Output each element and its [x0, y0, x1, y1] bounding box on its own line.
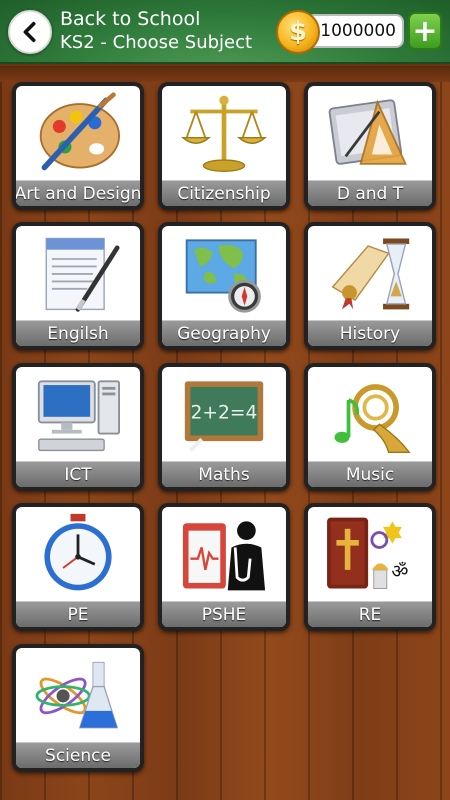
chevron-left-icon — [23, 21, 36, 43]
palette-icon — [16, 86, 140, 180]
subject-label: ICT — [16, 461, 140, 487]
svg-text:ॐ: ॐ — [391, 561, 408, 582]
header-bar: Back to School KS2 - Choose Subject 1000… — [0, 0, 450, 64]
subject-tile-re[interactable]: ॐ RE — [304, 503, 436, 631]
subject-tile-pe[interactable]: PE — [12, 503, 144, 631]
add-coins-button[interactable]: + — [408, 12, 442, 50]
computer-icon — [16, 367, 140, 461]
subject-tile-music[interactable]: Music — [304, 363, 436, 491]
subject-tile-science[interactable]: Science — [12, 644, 144, 772]
scroll-hourglass-icon — [308, 226, 432, 320]
religion-icon: ॐ — [308, 507, 432, 601]
subject-tile-art-and-design[interactable]: Art and Design — [12, 82, 144, 210]
subject-tile-english[interactable]: Engilsh — [12, 222, 144, 350]
subject-tile-geography[interactable]: Geography — [158, 222, 290, 350]
subject-label: Music — [308, 461, 432, 487]
coin-counter: 1000000 — [306, 14, 404, 48]
atom-flask-icon — [16, 648, 140, 742]
subject-tile-ict[interactable]: ICT — [12, 363, 144, 491]
subject-tile-maths[interactable]: 2+2=4 Maths — [158, 363, 290, 491]
subject-label: PSHE — [162, 601, 286, 627]
subject-label: RE — [308, 601, 432, 627]
subject-tile-pshe[interactable]: PSHE — [158, 503, 290, 631]
scales-icon — [162, 86, 286, 180]
horn-note-icon — [308, 367, 432, 461]
back-button[interactable] — [8, 10, 52, 54]
chalkboard-text: 2+2=4 — [191, 403, 258, 424]
subject-label: Maths — [162, 461, 286, 487]
subject-label: Art and Design — [16, 180, 140, 206]
subject-label: D and T — [308, 180, 432, 206]
subject-label: Engilsh — [16, 320, 140, 346]
wood-band — [0, 66, 450, 82]
subject-tile-history[interactable]: History — [304, 222, 436, 350]
page-subtitle: KS2 - Choose Subject — [60, 32, 253, 53]
document-pen-icon — [16, 226, 140, 320]
subject-label: Science — [16, 742, 140, 768]
subject-tile-citizenship[interactable]: Citizenship — [158, 82, 290, 210]
medical-icon — [162, 507, 286, 601]
subject-label: Geography — [162, 320, 286, 346]
subject-label: Citizenship — [162, 180, 286, 206]
subject-label: History — [308, 320, 432, 346]
subject-label: PE — [16, 601, 140, 627]
page-title: Back to School — [60, 8, 201, 30]
drafting-icon — [308, 86, 432, 180]
coin-icon: $ — [276, 10, 320, 54]
subject-tile-d-and-t[interactable]: D and T — [304, 82, 436, 210]
chalkboard-icon: 2+2=4 — [162, 367, 286, 461]
stopwatch-icon — [16, 507, 140, 601]
map-compass-icon — [162, 226, 286, 320]
